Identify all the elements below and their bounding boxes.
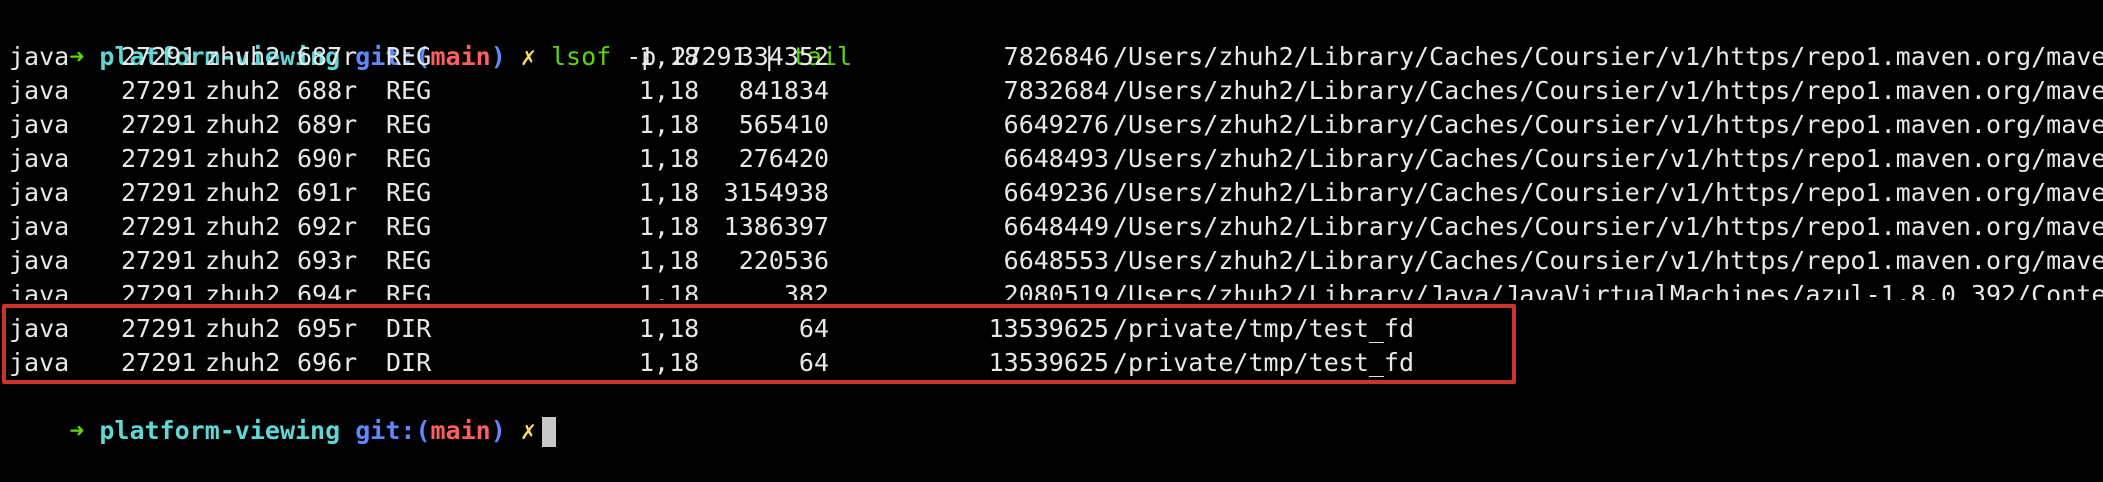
prompt-dirty-icon: ✗ [520, 416, 536, 445]
row-name: /Users/zhuh2/Library/Caches/Coursier/v1/… [1113, 110, 2103, 139]
row-pid: 27291 [121, 42, 197, 71]
row-type: REG [386, 42, 432, 71]
row-user: zhuh2 [205, 178, 281, 207]
table-row: java 27291 zhuh2 689r REG 1,18 565410 6649276/U… [9, 108, 2103, 142]
text-cursor[interactable] [541, 417, 556, 447]
command-prompt-line: ➜ platform-viewing git:(main) ✗ lsof -p … [9, 6, 852, 71]
row-command: java [9, 212, 70, 241]
row-fd: 691r [297, 178, 358, 207]
table-row: java 27291 zhuh2 691r REG 1,18 3154938 6649236/… [9, 176, 2103, 210]
row-device: 1,18 [639, 110, 700, 139]
prompt-arrow-icon: ➜ [69, 416, 85, 445]
terminal-window[interactable]: ➜ platform-viewing git:(main) ✗ lsof -p … [0, 0, 2103, 462]
row-type: REG [386, 280, 432, 300]
row-command: java [9, 280, 70, 300]
row-pid: 27291 [121, 76, 197, 105]
row-command: java [9, 42, 70, 71]
row-node: 6648553 [1003, 246, 1109, 275]
row-pid: 27291 [121, 178, 197, 207]
row-size: 276420 [738, 144, 829, 173]
row-type: REG [386, 246, 432, 275]
row-device: 1,18 [639, 280, 700, 300]
row-command: java [9, 144, 70, 173]
row-name: /Users/zhuh2/Library/Java/JavaVirtualMac… [1113, 280, 2103, 300]
row-type: REG [386, 144, 432, 173]
prompt-git-label: git:( [355, 416, 431, 445]
row-command: java [9, 110, 70, 139]
row-node: 7826846 [1003, 42, 1109, 71]
row-name: /Users/zhuh2/Library/Caches/Coursier/v1/… [1113, 42, 2103, 71]
row-device: 1,18 [639, 42, 700, 71]
row-user: zhuh2 [205, 42, 281, 71]
table-row: java 27291 zhuh2 690r REG 1,18 276420 6648493/U… [9, 142, 2103, 176]
row-node: 7832684 [1003, 76, 1109, 105]
table-row: java 27291 zhuh2 694r REG 1,18 382 2080519/User… [9, 278, 2103, 300]
row-node: 6648449 [1003, 212, 1109, 241]
row-name: /Users/zhuh2/Library/Caches/Coursier/v1/… [1113, 178, 2103, 207]
row-pid: 27291 [121, 110, 197, 139]
row-name: /Users/zhuh2/Library/Caches/Coursier/v1/… [1113, 246, 2103, 275]
row-device: 1,18 [639, 212, 700, 241]
row-size: 1386397 [723, 212, 829, 241]
row-type: REG [386, 212, 432, 241]
row-user: zhuh2 [205, 76, 281, 105]
row-type: REG [386, 110, 432, 139]
row-name: /Users/zhuh2/Library/Caches/Coursier/v1/… [1113, 76, 2103, 105]
row-fd: 687r [297, 42, 358, 71]
row-size: 3154938 [723, 178, 829, 207]
row-device: 1,18 [639, 246, 700, 275]
row-size: 334352 [738, 42, 829, 71]
row-type: REG [386, 76, 432, 105]
row-node: 2080519 [1003, 280, 1109, 300]
row-fd: 688r [297, 76, 358, 105]
highlight-box [2, 304, 1516, 384]
row-size: 841834 [738, 76, 829, 105]
table-row: java 27291 zhuh2 693r REG 1,18 220536 6648553/U… [9, 244, 2103, 278]
row-node: 6649276 [1003, 110, 1109, 139]
row-device: 1,18 [639, 178, 700, 207]
prompt-git-close: ) [490, 416, 506, 445]
current-prompt-line[interactable]: ➜ platform-viewing git:(main) ✗ [9, 380, 556, 447]
row-fd: 690r [297, 144, 358, 173]
table-row: java 27291 zhuh2 688r REG 1,18 841834 7832684/U… [9, 74, 2103, 108]
prompt-directory: platform-viewing [99, 416, 341, 445]
row-node: 6648493 [1003, 144, 1109, 173]
row-size: 565410 [738, 110, 829, 139]
row-user: zhuh2 [205, 144, 281, 173]
row-pid: 27291 [121, 280, 197, 300]
table-row: java 27291 zhuh2 692r REG 1,18 1386397 6648449/… [9, 210, 2103, 244]
prompt-branch: main [430, 416, 491, 445]
row-pid: 27291 [121, 246, 197, 275]
row-fd: 693r [297, 246, 358, 275]
row-user: zhuh2 [205, 110, 281, 139]
row-pid: 27291 [121, 212, 197, 241]
row-size: 382 [783, 280, 829, 300]
row-fd: 689r [297, 110, 358, 139]
row-pid: 27291 [121, 144, 197, 173]
row-user: zhuh2 [205, 280, 281, 300]
row-device: 1,18 [639, 76, 700, 105]
row-name: /Users/zhuh2/Library/Caches/Coursier/v1/… [1113, 212, 2103, 241]
row-node: 6649236 [1003, 178, 1109, 207]
row-device: 1,18 [639, 144, 700, 173]
row-fd: 694r [297, 280, 358, 300]
table-row: java 27291 zhuh2 687r REG 1,18 334352 7826846/U… [9, 40, 2103, 74]
row-command: java [9, 246, 70, 275]
row-command: java [9, 178, 70, 207]
row-name: /Users/zhuh2/Library/Caches/Coursier/v1/… [1113, 144, 2103, 173]
row-fd: 692r [297, 212, 358, 241]
row-size: 220536 [738, 246, 829, 275]
row-command: java [9, 76, 70, 105]
row-type: REG [386, 178, 432, 207]
row-user: zhuh2 [205, 212, 281, 241]
row-user: zhuh2 [205, 246, 281, 275]
